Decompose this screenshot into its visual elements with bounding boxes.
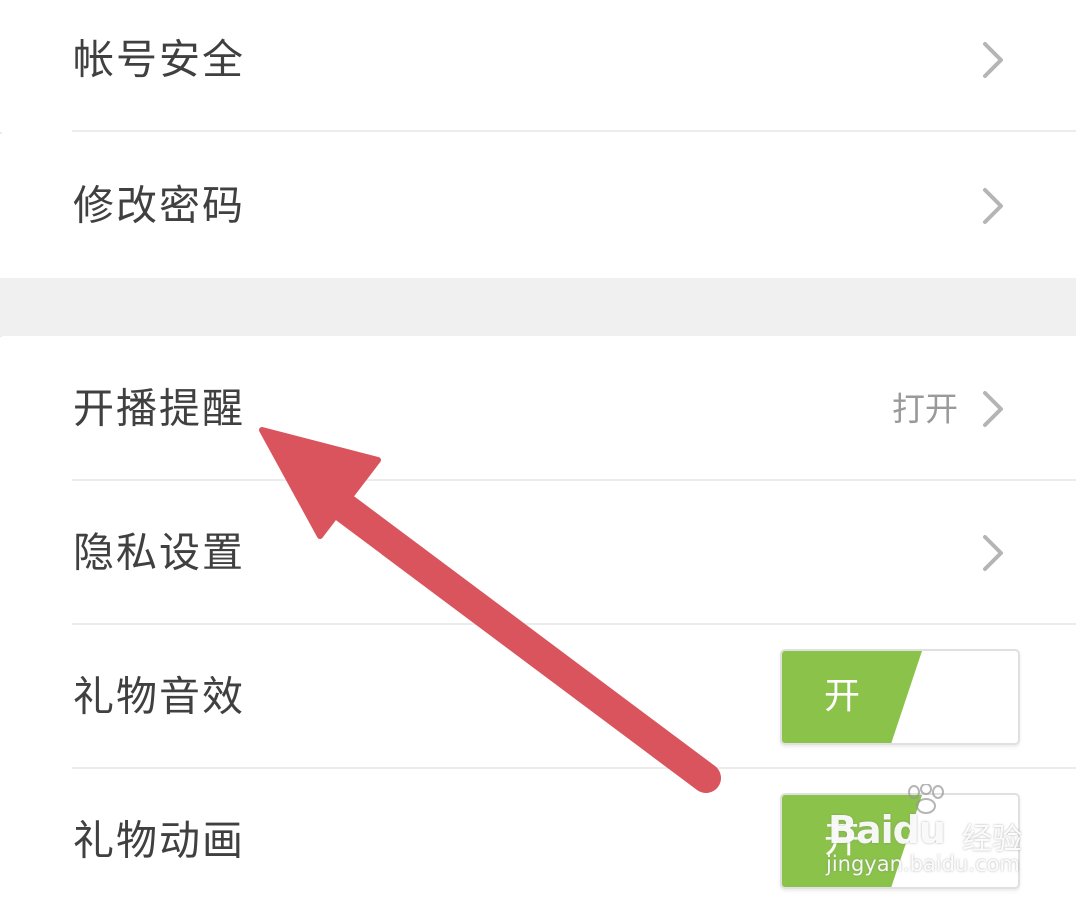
settings-row-label: 礼物音效 xyxy=(73,672,245,721)
gift-animation-toggle[interactable]: 开 xyxy=(780,793,1020,889)
settings-row-label: 修改密码 xyxy=(73,181,245,230)
settings-row-label: 帐号安全 xyxy=(73,35,245,84)
settings-row-live-reminder[interactable]: 开播提醒 打开 xyxy=(0,337,1076,481)
chevron-right-icon xyxy=(983,535,1003,571)
chevron-right-icon xyxy=(983,188,1003,224)
chevron-right-icon xyxy=(983,391,1003,427)
chevron-right-icon xyxy=(983,42,1003,78)
section-gap xyxy=(0,278,1076,336)
settings-row-label: 隐私设置 xyxy=(73,528,245,577)
row-divider xyxy=(72,130,1076,132)
gift-sound-toggle[interactable]: 开 xyxy=(780,649,1020,745)
settings-row-value: 打开 xyxy=(892,389,958,429)
settings-row-change-password[interactable]: 修改密码 xyxy=(0,134,1076,278)
settings-row-gift-animation: 礼物动画 开 xyxy=(0,769,1076,900)
settings-screen: 帐号安全 修改密码 开播提醒 打开 隐私设置 礼物音效 开 礼物动画 开 Bai… xyxy=(0,0,1076,900)
toggle-label: 开 xyxy=(824,820,861,861)
settings-row-privacy[interactable]: 隐私设置 xyxy=(0,481,1076,625)
toggle-on-fill xyxy=(782,651,922,743)
settings-row-account-security[interactable]: 帐号安全 xyxy=(0,0,1076,132)
settings-row-gift-sound: 礼物音效 开 xyxy=(0,625,1076,769)
settings-row-label: 开播提醒 xyxy=(73,384,245,433)
toggle-label: 开 xyxy=(824,676,861,717)
settings-row-label: 礼物动画 xyxy=(73,816,245,865)
toggle-on-fill xyxy=(782,795,922,887)
